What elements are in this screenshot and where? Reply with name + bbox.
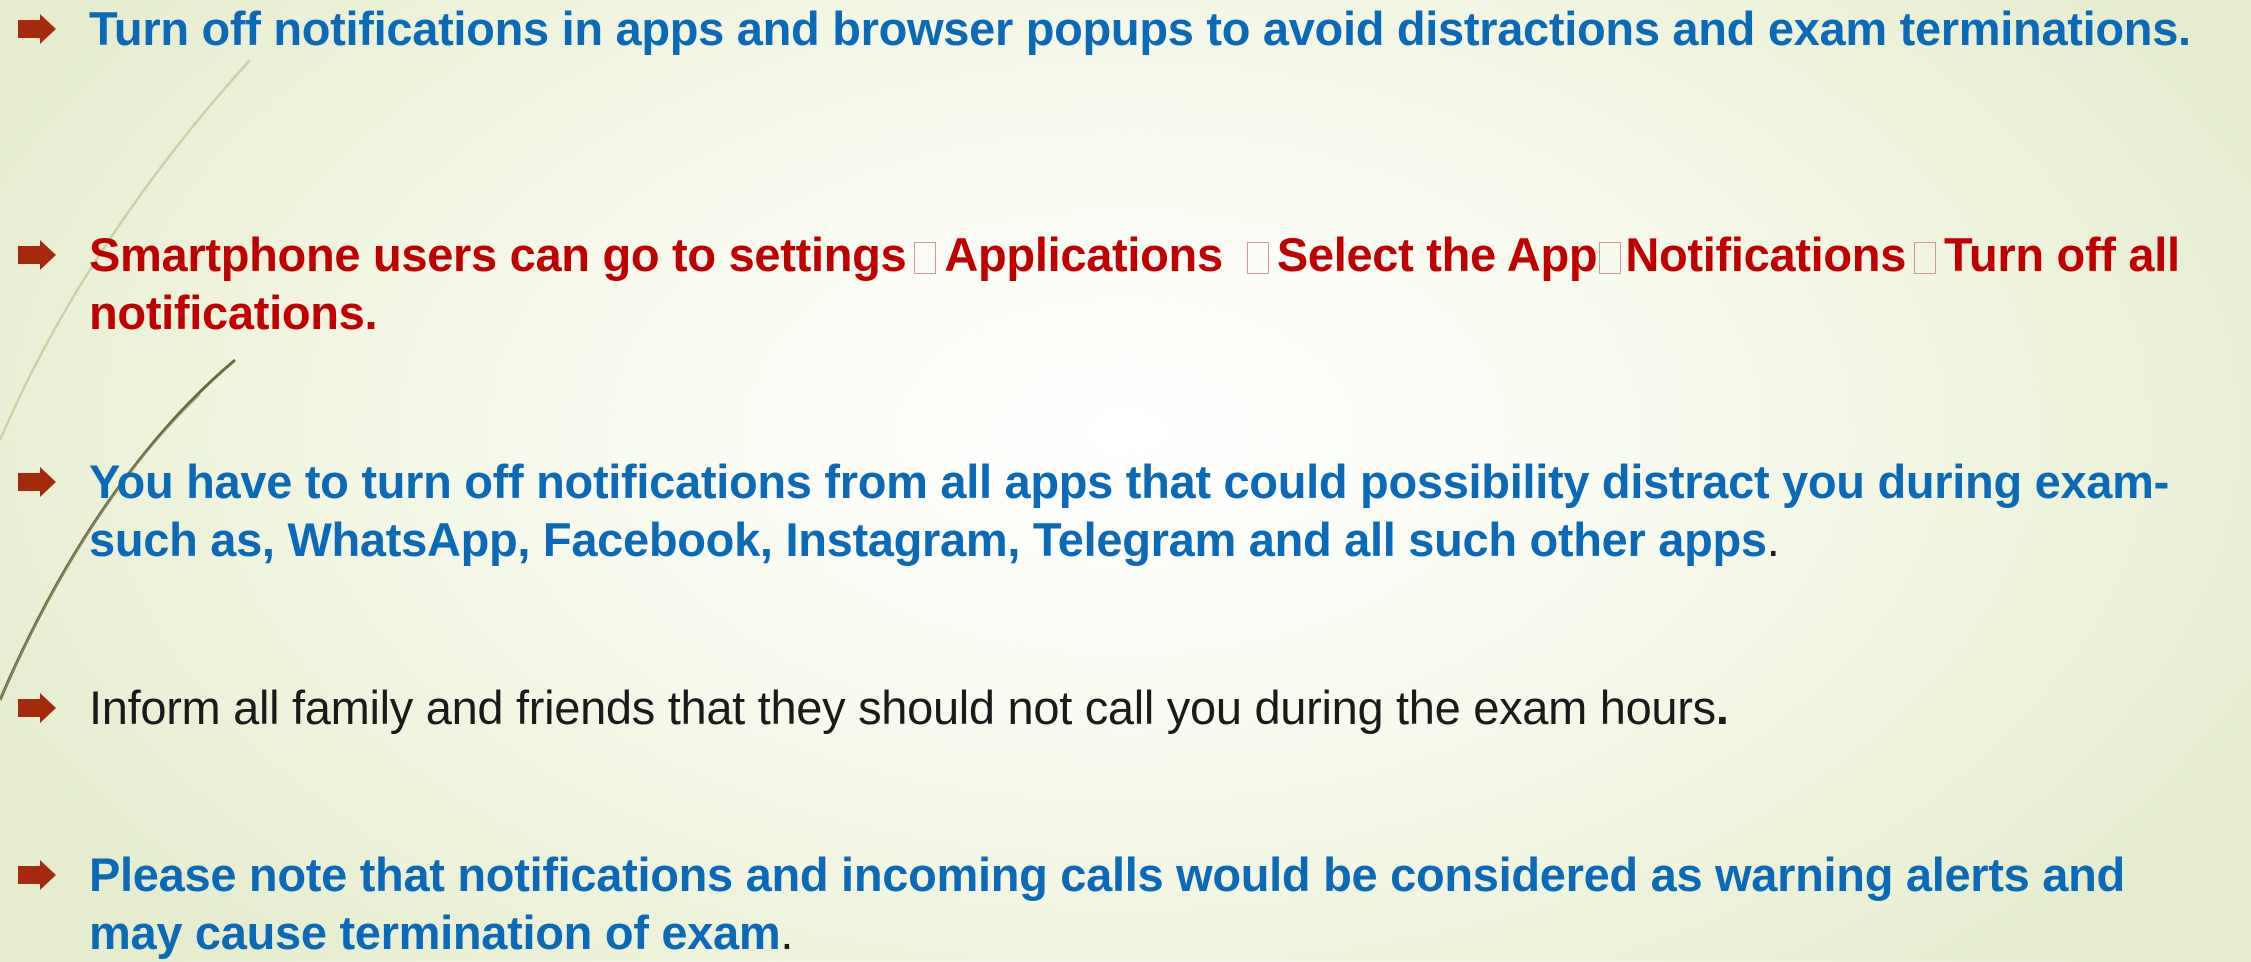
bullet-text: You have to turn off notifications from …: [89, 453, 2230, 569]
bullet-text: Smartphone users can go to settings Appli…: [89, 226, 2230, 342]
missing-arrow-glyph-icon: [914, 242, 937, 274]
missing-arrow-glyph-icon: [1914, 242, 1937, 274]
bullet-text-main: Inform all family and friends that they …: [89, 681, 1716, 734]
bullet-text-period: .: [1766, 513, 1780, 566]
bullet-text: Turn off notifications in apps and brows…: [89, 2, 2191, 55]
missing-arrow-glyph-icon: [1246, 242, 1269, 274]
arrow-bullet-icon: [18, 467, 56, 497]
arrow-bullet-icon: [18, 240, 56, 270]
text-notifications: Notifications: [1625, 228, 1907, 281]
bullet-text: Inform all family and friends that they …: [89, 679, 2230, 737]
text-settings-path-start: Smartphone users can go to settings: [89, 228, 907, 281]
missing-arrow-glyph-icon: [1599, 242, 1622, 274]
arrow-bullet-icon: [18, 14, 56, 44]
bullet-text-period: .: [1715, 681, 1729, 734]
bullet-text-main: Please note that notifications and incom…: [89, 848, 2125, 959]
text-applications: Applications: [944, 228, 1223, 281]
arrow-bullet-icon: [18, 860, 56, 890]
text-select-the-app: Select the App: [1276, 228, 1598, 281]
bullet-text: Please note that notifications and incom…: [89, 846, 2230, 962]
bullet-text-main: You have to turn off notifications from …: [89, 455, 2169, 566]
bullet-text-period: .: [780, 906, 794, 959]
arrow-bullet-icon: [18, 693, 56, 723]
slide: Turn off notifications in apps and brows…: [0, 0, 2251, 960]
